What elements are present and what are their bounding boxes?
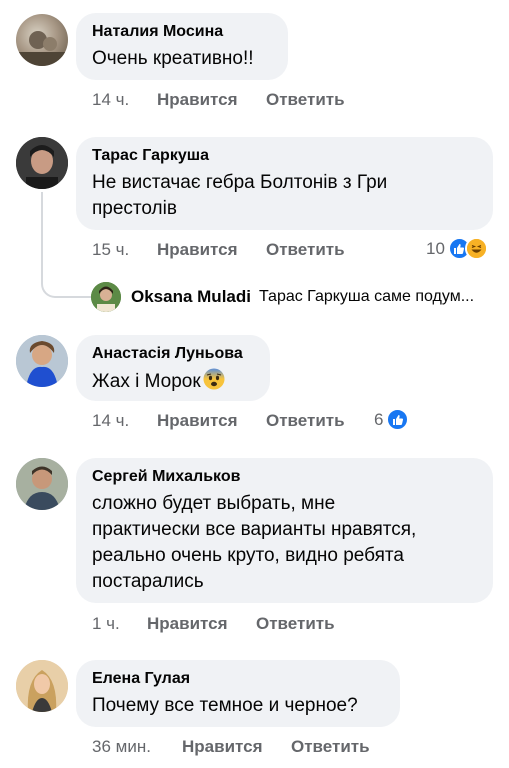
comment-author[interactable]: Тарас Гаркуша (92, 146, 477, 166)
avatar-photo-icon (91, 282, 121, 312)
like-button[interactable]: Нравится (157, 90, 238, 110)
comment-text: Жах і Морок (92, 368, 254, 398)
avatar[interactable] (16, 660, 68, 712)
comment-bubble: Анастасія Луньова Жах і Морок (76, 335, 270, 401)
reactions-summary[interactable]: 10 (426, 237, 488, 260)
reply-text: Тарас Гаркуша саме подум... (258, 288, 475, 305)
avatar[interactable] (16, 458, 68, 510)
reply-author[interactable]: Oksana Muladi (131, 287, 251, 307)
reply-button[interactable]: Ответить (266, 240, 345, 260)
reply-button[interactable]: Ответить (291, 737, 370, 757)
reply-button[interactable]: Ответить (266, 90, 345, 110)
comment-text-line: постарались (92, 571, 204, 592)
comment-text-line: престолів (92, 198, 177, 219)
comment-text: Очень креативно!! (92, 48, 254, 69)
comment-text: Не вистачає гебра Болтонів з Гри престол… (92, 170, 477, 222)
avatar[interactable] (16, 137, 68, 189)
avatar-photo-icon (16, 31, 68, 66)
comment-time[interactable]: 1 ч. (92, 614, 120, 634)
comment-bubble: Наталия Мосина Очень креативно!! (76, 13, 288, 80)
like-button[interactable]: Нравится (147, 614, 228, 634)
comment-text-line: реально очень круто, видно ребята (92, 545, 404, 566)
like-button[interactable]: Нравится (182, 737, 263, 757)
comment-time[interactable]: 14 ч. (92, 90, 129, 110)
comment-author[interactable]: Анастасія Луньова (92, 344, 254, 364)
comment-time[interactable]: 14 ч. (92, 411, 129, 431)
comment-text-line: практически все варианты нравятся, (92, 519, 417, 540)
reactions-summary[interactable]: 6 (374, 408, 410, 431)
comment-time[interactable]: 15 ч. (92, 240, 129, 260)
avatar[interactable] (91, 282, 121, 312)
comment-bubble: Елена Гулая Почему все темное и черное? (76, 660, 400, 727)
comment-time[interactable]: 36 мин. (92, 737, 151, 757)
comment-text: сложно будет выбрать, мне практически вс… (92, 491, 477, 595)
comment-author[interactable]: Елена Гулая (92, 669, 384, 689)
fearful-emoji-icon (203, 368, 225, 398)
like-button[interactable]: Нравится (157, 411, 238, 431)
reaction-count: 6 (374, 409, 384, 429)
haha-icon (464, 237, 488, 260)
reply-preview[interactable]: Oksana Muladi Тарас Гаркуша саме подум..… (91, 282, 474, 312)
comment-author[interactable]: Сергей Михальков (92, 467, 477, 487)
avatar-photo-icon (16, 660, 68, 712)
comment-bubble: Тарас Гаркуша Не вистачає гебра Болтонів… (76, 137, 493, 230)
comment-text-content: Жах і Морок (92, 371, 201, 392)
comment-text-line: Не вистачає гебра Болтонів з Гри (92, 172, 388, 193)
comment-text: Почему все темное и черное? (92, 695, 358, 716)
reaction-count: 10 (426, 238, 445, 258)
avatar-photo-icon (16, 458, 68, 510)
comment-author[interactable]: Наталия Мосина (92, 22, 272, 42)
avatar-photo-icon (16, 137, 68, 189)
comment-text-line: сложно будет выбрать, мне (92, 493, 336, 514)
comment-bubble: Сергей Михальков сложно будет выбрать, м… (76, 458, 493, 603)
like-button[interactable]: Нравится (157, 240, 238, 260)
reply-button[interactable]: Ответить (266, 411, 345, 431)
like-icon (386, 408, 410, 431)
reply-button[interactable]: Ответить (256, 614, 335, 634)
avatar-photo-icon (16, 335, 68, 387)
avatar[interactable] (16, 14, 68, 66)
avatar[interactable] (16, 335, 68, 387)
